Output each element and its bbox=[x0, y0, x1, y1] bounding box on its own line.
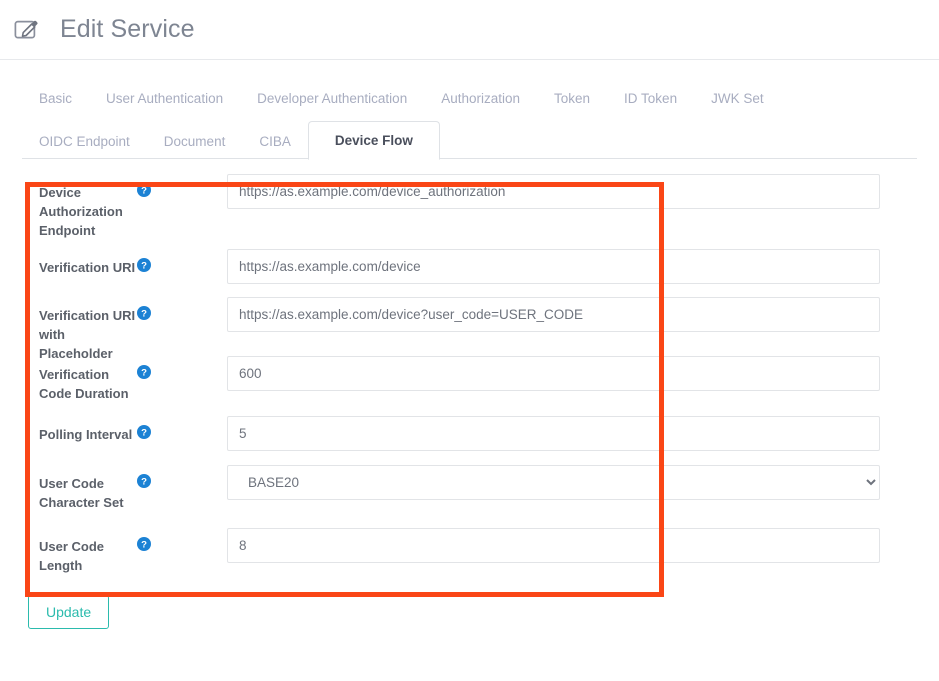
field-label: Verification URI bbox=[0, 245, 137, 277]
tab-ciba[interactable]: CIBA bbox=[242, 124, 308, 160]
help-cell: ? bbox=[137, 461, 227, 488]
help-cell: ? bbox=[137, 245, 227, 272]
field-input-cell bbox=[227, 293, 939, 332]
tab-basic[interactable]: Basic bbox=[22, 81, 89, 117]
help-cell: ? bbox=[137, 412, 227, 439]
page-header: Edit Service bbox=[0, 0, 939, 60]
field-user-code-character-set: User Code Character Set ? BASE20NUMERIC bbox=[0, 461, 939, 524]
field-input-cell bbox=[227, 524, 939, 563]
tab-bar: Basic User Authentication Developer Auth… bbox=[0, 81, 939, 159]
tab-token[interactable]: Token bbox=[537, 81, 607, 117]
verification-uri-with-placeholder-input[interactable] bbox=[227, 297, 880, 332]
svg-text:?: ? bbox=[141, 186, 147, 197]
field-label: Polling Interval bbox=[0, 412, 137, 444]
page-title: Edit Service bbox=[60, 17, 195, 42]
field-verification-code-duration: Verification Code Duration ? bbox=[0, 352, 939, 412]
question-circle-icon[interactable]: ? bbox=[137, 306, 151, 320]
question-circle-icon[interactable]: ? bbox=[137, 474, 151, 488]
field-label: User Code Length bbox=[0, 524, 137, 575]
field-input-cell bbox=[227, 412, 939, 451]
svg-text:?: ? bbox=[141, 261, 147, 272]
svg-text:?: ? bbox=[141, 428, 147, 439]
field-label: Device Authorization Endpoint bbox=[0, 170, 137, 240]
help-cell: ? bbox=[137, 170, 227, 197]
tab-id-token[interactable]: ID Token bbox=[607, 81, 694, 117]
update-button[interactable]: Update bbox=[28, 595, 109, 629]
field-input-cell: BASE20NUMERIC bbox=[227, 461, 939, 500]
field-input-cell bbox=[227, 245, 939, 284]
field-input-cell bbox=[227, 352, 939, 391]
tab-oidc-endpoint[interactable]: OIDC Endpoint bbox=[22, 124, 147, 160]
question-circle-icon[interactable]: ? bbox=[137, 425, 151, 439]
help-cell: ? bbox=[137, 524, 227, 551]
form-footer: Update bbox=[0, 564, 939, 629]
tab-developer-authentication[interactable]: Developer Authentication bbox=[240, 81, 424, 117]
field-verification-uri: Verification URI ? bbox=[0, 245, 939, 293]
device-flow-form: Device Authorization Endpoint ? Verifica… bbox=[0, 170, 939, 564]
edit-pencil-icon bbox=[14, 17, 40, 43]
field-input-cell bbox=[227, 170, 939, 209]
question-circle-icon[interactable]: ? bbox=[137, 365, 151, 379]
svg-text:?: ? bbox=[141, 477, 147, 488]
field-device-authorization-endpoint: Device Authorization Endpoint ? bbox=[0, 170, 939, 245]
user-code-character-set-select[interactable]: BASE20NUMERIC bbox=[227, 465, 880, 500]
polling-interval-input[interactable] bbox=[227, 416, 880, 451]
field-label: Verification Code Duration bbox=[0, 352, 137, 403]
tab-document[interactable]: Document bbox=[147, 124, 243, 160]
svg-text:?: ? bbox=[141, 368, 147, 379]
tab-row-primary: Basic User Authentication Developer Auth… bbox=[22, 81, 917, 117]
question-circle-icon[interactable]: ? bbox=[137, 537, 151, 551]
tab-user-authentication[interactable]: User Authentication bbox=[89, 81, 240, 117]
tab-authorization[interactable]: Authorization bbox=[424, 81, 537, 117]
device-authorization-endpoint-input[interactable] bbox=[227, 174, 880, 209]
tab-jwk-set[interactable]: JWK Set bbox=[694, 81, 781, 117]
question-circle-icon[interactable]: ? bbox=[137, 183, 151, 197]
field-user-code-length: User Code Length ? bbox=[0, 524, 939, 564]
svg-text:?: ? bbox=[141, 540, 147, 551]
field-polling-interval: Polling Interval ? bbox=[0, 412, 939, 461]
verification-uri-input[interactable] bbox=[227, 249, 880, 284]
verification-code-duration-input[interactable] bbox=[227, 356, 880, 391]
help-cell: ? bbox=[137, 352, 227, 379]
tab-row-secondary: OIDC Endpoint Document CIBA Device Flow bbox=[22, 121, 917, 160]
user-code-length-input[interactable] bbox=[227, 528, 880, 563]
question-circle-icon[interactable]: ? bbox=[137, 258, 151, 272]
svg-text:?: ? bbox=[141, 309, 147, 320]
field-verification-uri-with-placeholder: Verification URI with Placeholder ? bbox=[0, 293, 939, 352]
help-cell: ? bbox=[137, 293, 227, 320]
field-label: User Code Character Set bbox=[0, 461, 137, 512]
tab-device-flow[interactable]: Device Flow bbox=[308, 121, 440, 161]
